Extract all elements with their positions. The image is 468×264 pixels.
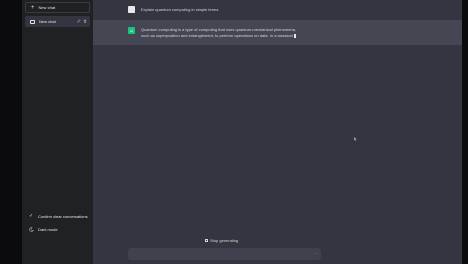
trash-icon[interactable] bbox=[83, 19, 87, 23]
stop-generating-button[interactable]: Stop generating bbox=[205, 236, 238, 245]
chat-bubble-icon bbox=[30, 19, 35, 24]
sidebar-chat-item[interactable]: New chat bbox=[25, 16, 90, 27]
confirm-clear-label: Confirm clear conversations bbox=[38, 214, 88, 219]
moon-icon bbox=[29, 227, 34, 232]
window-frame-right bbox=[462, 0, 468, 264]
new-chat-button[interactable]: + New chat bbox=[25, 2, 90, 13]
user-avatar-icon bbox=[128, 12, 135, 13]
new-chat-label: New chat bbox=[38, 5, 56, 10]
conversation-panel: Explain quantum computing in simple term… bbox=[93, 0, 462, 264]
sidebar-bottom-menu: ✓ Confirm clear conversations Dark mode bbox=[25, 211, 90, 237]
check-icon: ✓ bbox=[29, 213, 34, 219]
mouse-pointer-icon bbox=[354, 137, 357, 141]
assistant-message-row: AI Quantum computing is a type of comput… bbox=[93, 20, 462, 45]
plus-icon: + bbox=[31, 4, 35, 11]
chat-item-actions bbox=[77, 19, 87, 23]
loading-dots-icon: ··· bbox=[314, 251, 318, 256]
user-avatar bbox=[128, 6, 135, 13]
dark-mode-label: Dark mode bbox=[38, 227, 58, 232]
stop-generating-label: Stop generating bbox=[210, 238, 239, 243]
assistant-message-line: such as superposition and entanglement, … bbox=[141, 33, 293, 38]
user-message-row: Explain quantum computing in simple term… bbox=[93, 0, 462, 20]
sidebar: + New chat New chat ✓ Confirm clear conv… bbox=[22, 0, 93, 264]
edit-icon[interactable] bbox=[77, 19, 81, 23]
message-composer: ··· bbox=[128, 248, 321, 260]
assistant-message-line-tail: such as superposition and entanglement, … bbox=[141, 33, 326, 39]
assistant-message-text: Quantum computing is a type of computing… bbox=[141, 27, 326, 39]
message-input[interactable] bbox=[132, 250, 307, 258]
chat-item-label: New chat bbox=[39, 19, 56, 24]
window-frame-left bbox=[0, 0, 22, 264]
typing-cursor bbox=[293, 33, 296, 38]
chat-app: + New chat New chat ✓ Confirm clear conv… bbox=[0, 0, 468, 264]
dark-mode-toggle[interactable]: Dark mode bbox=[25, 224, 90, 235]
assistant-avatar: AI bbox=[128, 27, 135, 34]
stop-icon bbox=[205, 239, 208, 242]
confirm-clear-conversations-button[interactable]: ✓ Confirm clear conversations bbox=[25, 211, 90, 222]
user-message-text: Explain quantum computing in simple term… bbox=[141, 7, 219, 12]
